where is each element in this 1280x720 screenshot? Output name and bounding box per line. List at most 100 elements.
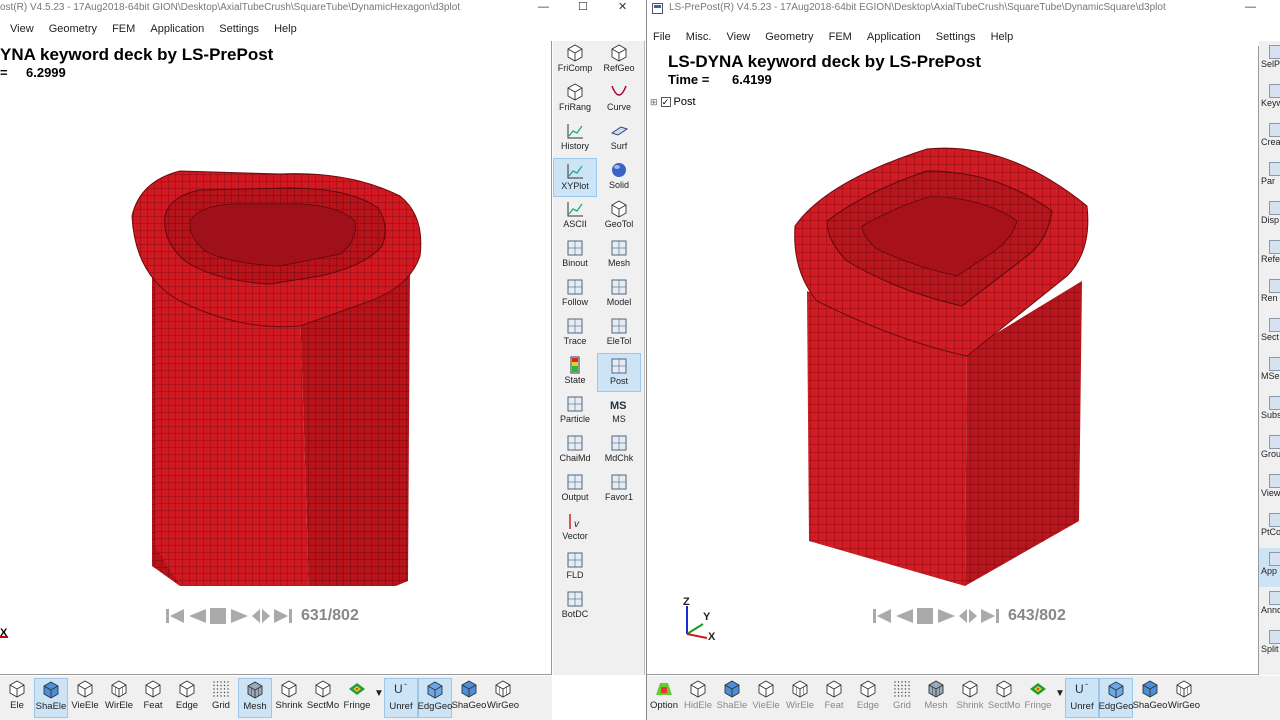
panel-particle-button[interactable]: Particle bbox=[553, 392, 597, 431]
toolbar-wirgeo-button[interactable]: WirGeo bbox=[1167, 678, 1201, 718]
panel-mdchk-button[interactable]: MdChk bbox=[597, 431, 641, 470]
menu-settings[interactable]: Settings bbox=[219, 20, 259, 38]
toolbar-wirele-button[interactable]: WirEle bbox=[783, 678, 817, 718]
toolbar-option-button[interactable]: Option bbox=[647, 678, 681, 718]
first-frame-icon[interactable] bbox=[872, 607, 892, 625]
menu-help[interactable]: Help bbox=[274, 20, 297, 38]
right-panel-item[interactable]: Subs bbox=[1259, 392, 1280, 431]
toolbar-hidele-button[interactable]: HidEle bbox=[681, 678, 715, 718]
toolbar-edggeo-button[interactable]: EdgGeo bbox=[1099, 678, 1133, 718]
panel-geotol-button[interactable]: GeoTol bbox=[597, 197, 641, 236]
right-panel-item[interactable]: Sect bbox=[1259, 314, 1280, 353]
right-panel-item[interactable]: View bbox=[1259, 470, 1280, 509]
step-back-icon[interactable] bbox=[894, 607, 914, 625]
minimize-icon[interactable]: — bbox=[538, 0, 549, 14]
stop-icon[interactable] bbox=[209, 607, 227, 625]
panel-eletol-button[interactable]: EleTol bbox=[597, 314, 641, 353]
right-panel-item[interactable]: Grou bbox=[1259, 431, 1280, 470]
panel-history-button[interactable]: History bbox=[553, 119, 597, 158]
toolbar-edge-button[interactable]: Edge bbox=[851, 678, 885, 718]
toolbar-shageo-button[interactable]: ShaGeo bbox=[452, 678, 486, 718]
menu-view[interactable]: View bbox=[10, 20, 34, 38]
first-frame-icon[interactable] bbox=[165, 607, 185, 625]
menu-application-r[interactable]: Application bbox=[867, 28, 921, 46]
menu-geometry-r[interactable]: Geometry bbox=[765, 28, 813, 46]
right-panel-item[interactable]: Par bbox=[1259, 158, 1280, 197]
panel-state-button[interactable]: State bbox=[553, 353, 597, 392]
last-frame-icon[interactable] bbox=[980, 607, 1000, 625]
close-icon[interactable]: ✕ bbox=[618, 0, 627, 14]
post-checkbox[interactable]: ✓ bbox=[660, 97, 671, 107]
right-panel-item[interactable]: Crea bbox=[1259, 119, 1280, 158]
right-panel-item[interactable]: SelP bbox=[1259, 41, 1280, 80]
toolbar-vieele-button[interactable]: VieEle bbox=[749, 678, 783, 718]
toolbar-sectmo-button[interactable]: SectMo bbox=[987, 678, 1021, 718]
toolbar-shageo-button[interactable]: ShaGeo bbox=[1133, 678, 1167, 718]
right-minimize-icon[interactable]: — bbox=[1245, 0, 1256, 14]
toolbar-wirele-button[interactable]: WirEle bbox=[102, 678, 136, 718]
right-panel-item[interactable]: Split bbox=[1259, 626, 1280, 665]
menu-view-r[interactable]: View bbox=[727, 28, 751, 46]
menu-settings-r[interactable]: Settings bbox=[936, 28, 976, 46]
right-panel-item[interactable]: Ren bbox=[1259, 275, 1280, 314]
right-panel-item[interactable]: Refe bbox=[1259, 236, 1280, 275]
fringe-dropdown-icon[interactable]: ▼ bbox=[1055, 678, 1065, 699]
right-panel-item[interactable]: App bbox=[1259, 548, 1280, 587]
panel-chaimd-button[interactable]: ChaiMd bbox=[553, 431, 597, 470]
panel-fricomp-button[interactable]: FriComp bbox=[553, 41, 597, 80]
loop-icon[interactable] bbox=[958, 607, 978, 625]
panel-xyplot-button[interactable]: XYPlot bbox=[553, 158, 597, 197]
toolbar-grid-button[interactable]: Grid bbox=[204, 678, 238, 718]
toolbar-mesh-button[interactable]: Mesh bbox=[919, 678, 953, 718]
panel-model-button[interactable]: Model bbox=[597, 275, 641, 314]
toolbar-shrink-button[interactable]: Shrink bbox=[953, 678, 987, 718]
panel-post-button[interactable]: Post bbox=[597, 353, 641, 392]
toolbar-shaele-button[interactable]: ShaEle bbox=[715, 678, 749, 718]
post-tree-node[interactable]: ⊞ ✓ Post bbox=[650, 96, 696, 108]
step-back-icon[interactable] bbox=[187, 607, 207, 625]
menu-fem[interactable]: FEM bbox=[112, 20, 135, 38]
menu-file[interactable]: File bbox=[653, 28, 671, 46]
toolbar-sectmo-button[interactable]: SectMo bbox=[306, 678, 340, 718]
toolbar-grid-button[interactable]: Grid bbox=[885, 678, 919, 718]
toolbar-feat-button[interactable]: Feat bbox=[136, 678, 170, 718]
menu-fem-r[interactable]: FEM bbox=[829, 28, 852, 46]
play-icon[interactable] bbox=[936, 607, 956, 625]
toolbar-edge-button[interactable]: Edge bbox=[170, 678, 204, 718]
panel-follow-button[interactable]: Follow bbox=[553, 275, 597, 314]
right-viewport[interactable]: LS-DYNA keyword deck by LS-PrePost Time … bbox=[647, 46, 1259, 675]
right-panel-item[interactable]: PtCo bbox=[1259, 509, 1280, 548]
panel-solid-button[interactable]: Solid bbox=[597, 158, 641, 197]
right-panel-item[interactable]: MSe bbox=[1259, 353, 1280, 392]
toolbar-feat-button[interactable]: Feat bbox=[817, 678, 851, 718]
panel-fld-button[interactable]: FLD bbox=[553, 548, 597, 587]
loop-icon[interactable] bbox=[251, 607, 271, 625]
left-viewport[interactable]: YNA keyword deck by LS-PrePost = 6.2999 bbox=[0, 41, 552, 675]
maximize-icon[interactable]: ☐ bbox=[578, 0, 588, 14]
toolbar-shaele-button[interactable]: ShaEle bbox=[34, 678, 68, 718]
panel-mesh-button[interactable]: Mesh bbox=[597, 236, 641, 275]
panel-ascii-button[interactable]: ASCII bbox=[553, 197, 597, 236]
panel-output-button[interactable]: Output bbox=[553, 470, 597, 509]
right-panel-item[interactable]: Keyw bbox=[1259, 80, 1280, 119]
toolbar-wirgeo-button[interactable]: WirGeo bbox=[486, 678, 520, 718]
stop-icon[interactable] bbox=[916, 607, 934, 625]
right-panel-item[interactable]: Disp bbox=[1259, 197, 1280, 236]
panel-refgeo-button[interactable]: RefGeo bbox=[597, 41, 641, 80]
last-frame-icon[interactable] bbox=[273, 607, 293, 625]
toolbar-unref-button[interactable]: U ⌃ Unref bbox=[1065, 678, 1099, 718]
toolbar-shrink-button[interactable]: Shrink bbox=[272, 678, 306, 718]
menu-help-r[interactable]: Help bbox=[991, 28, 1014, 46]
play-icon[interactable] bbox=[229, 607, 249, 625]
toolbar-ele-button[interactable]: Ele bbox=[0, 678, 34, 718]
toolbar-fringe-button[interactable]: Fringe bbox=[340, 678, 374, 718]
panel-ms-button[interactable]: MS MS bbox=[597, 392, 641, 431]
panel-binout-button[interactable]: Binout bbox=[553, 236, 597, 275]
fringe-dropdown-icon[interactable]: ▼ bbox=[374, 678, 384, 699]
panel-vector-button[interactable]: v Vector bbox=[553, 509, 597, 548]
toolbar-unref-button[interactable]: U ⌃ Unref bbox=[384, 678, 418, 718]
panel-curve-button[interactable]: Curve bbox=[597, 80, 641, 119]
menu-application[interactable]: Application bbox=[150, 20, 204, 38]
panel-surf-button[interactable]: Surf bbox=[597, 119, 641, 158]
panel-trace-button[interactable]: Trace bbox=[553, 314, 597, 353]
